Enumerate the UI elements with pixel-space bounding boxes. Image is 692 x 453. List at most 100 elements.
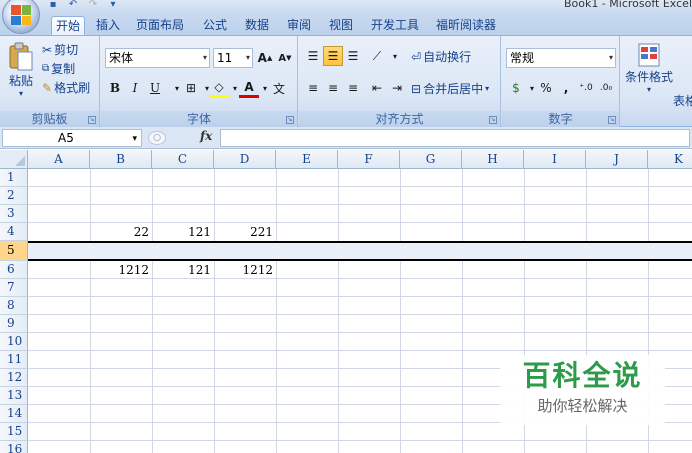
align-bottom-icon[interactable]: ☰ <box>343 46 363 66</box>
insert-function-button[interactable]: fx <box>200 129 212 143</box>
column-header-a[interactable]: A <box>28 150 90 169</box>
number-group-label: 数字 <box>502 111 619 128</box>
window-title: Book1 - Microsoft Excel <box>563 0 692 10</box>
clipboard-launcher-icon[interactable]: ↘ <box>88 116 96 124</box>
align-center-icon[interactable]: ≡ <box>323 78 343 98</box>
underline-button[interactable]: U <box>145 78 165 98</box>
increase-indent-icon[interactable]: ⇥ <box>387 78 407 98</box>
gridline <box>90 169 91 453</box>
column-header-g[interactable]: G <box>400 150 462 169</box>
row-header-16[interactable]: 16 <box>0 441 28 453</box>
grow-font-icon[interactable]: A ▲ <box>255 48 275 68</box>
tab-foxit-reader[interactable]: 福昕阅读器 <box>432 16 500 35</box>
phonetic-icon[interactable]: 文 <box>269 78 289 98</box>
gridline <box>28 204 692 205</box>
number-format-select[interactable]: 常规 ▾ <box>506 48 616 68</box>
column-header-j[interactable]: J <box>586 150 648 169</box>
cell-c6[interactable]: 121 <box>152 263 214 277</box>
paste-button[interactable]: 粘贴 ▾ <box>8 42 34 98</box>
increase-decimal-icon[interactable]: ⁺.0 <box>576 78 596 98</box>
chevron-down-icon[interactable]: ▾ <box>385 46 405 66</box>
chevron-down-icon: ▾ <box>245 53 250 62</box>
cell-c4[interactable]: 121 <box>152 225 214 239</box>
column-header-k[interactable]: K <box>648 150 692 169</box>
chevron-down-icon: ▾ <box>132 134 137 144</box>
format-painter-button[interactable]: ✎ 格式刷 <box>42 79 90 96</box>
redo-icon[interactable]: ↷ <box>86 0 100 10</box>
customize-qat-icon[interactable]: ▾ <box>106 0 120 10</box>
number-launcher-icon[interactable]: ↘ <box>608 116 616 124</box>
wrap-text-button[interactable]: ⏎ 自动换行 <box>411 48 471 65</box>
formula-input[interactable] <box>220 129 690 147</box>
gridline <box>338 169 339 453</box>
decrease-indent-icon[interactable]: ⇤ <box>367 78 387 98</box>
decrease-decimal-icon[interactable]: .0₀ <box>596 78 616 98</box>
row-header-1[interactable]: 1 <box>0 169 28 187</box>
tab-formulas[interactable]: 公式 <box>199 16 231 35</box>
scissors-icon: ✂ <box>42 42 53 57</box>
tab-review[interactable]: 审阅 <box>283 16 315 35</box>
tab-data[interactable]: 数据 <box>241 16 273 35</box>
alignment-launcher-icon[interactable]: ↘ <box>489 116 497 124</box>
font-launcher-icon[interactable]: ↘ <box>286 116 294 124</box>
column-header-f[interactable]: F <box>338 150 400 169</box>
cell-d6[interactable]: 1212 <box>214 263 276 277</box>
tab-insert[interactable]: 插入 <box>92 16 124 35</box>
row-header-6[interactable]: 6 <box>0 261 28 279</box>
ribbon-tabs: 开始 插入 页面布局 公式 数据 审阅 视图 开发工具 福昕阅读器 <box>0 13 692 35</box>
row-header-5[interactable]: 5 <box>0 241 28 261</box>
copy-button[interactable]: ⧉ 复制 <box>42 60 75 77</box>
column-header-d[interactable]: D <box>214 150 276 169</box>
column-header-i[interactable]: I <box>524 150 586 169</box>
gridline <box>276 169 277 453</box>
align-top-icon[interactable]: ☰ <box>303 46 323 66</box>
row-header-3[interactable]: 3 <box>0 205 28 223</box>
shrink-font-icon[interactable]: A ▼ <box>275 48 295 68</box>
row-header-7[interactable]: 7 <box>0 279 28 297</box>
select-all-button[interactable] <box>0 150 28 169</box>
name-box[interactable]: A5 ▾ <box>2 129 142 147</box>
undo-icon[interactable]: ↶ <box>66 0 80 10</box>
row-header-13[interactable]: 13 <box>0 387 28 405</box>
save-icon[interactable]: ▪ <box>46 0 60 10</box>
row-header-8[interactable]: 8 <box>0 297 28 315</box>
row-header-10[interactable]: 10 <box>0 333 28 351</box>
tab-page-layout[interactable]: 页面布局 <box>132 16 188 35</box>
align-right-icon[interactable]: ≡ <box>343 78 363 98</box>
column-header-e[interactable]: E <box>276 150 338 169</box>
row-header-2[interactable]: 2 <box>0 187 28 205</box>
tab-view[interactable]: 视图 <box>325 16 357 35</box>
row-header-4[interactable]: 4 <box>0 223 28 241</box>
cell-b6[interactable]: 1212 <box>90 263 152 277</box>
row-header-15[interactable]: 15 <box>0 423 28 441</box>
align-left-icon[interactable]: ≡ <box>303 78 323 98</box>
comma-button[interactable]: , <box>556 78 576 98</box>
cancel-entry-icon[interactable]: ○ <box>148 131 166 145</box>
font-size-select[interactable]: 11 ▾ <box>213 48 253 68</box>
tab-developer[interactable]: 开发工具 <box>367 16 423 35</box>
format-as-table-button[interactable]: 表格 <box>673 92 692 109</box>
chevron-down-icon: ▾ <box>485 84 490 93</box>
gridline <box>28 440 692 441</box>
merge-center-button[interactable]: ⊟ 合并后居中 ▾ <box>411 80 489 97</box>
column-header-c[interactable]: C <box>152 150 214 169</box>
cell-d4[interactable]: 221 <box>214 225 276 239</box>
column-header-b[interactable]: B <box>90 150 152 169</box>
row-header-11[interactable]: 11 <box>0 351 28 369</box>
cell-b4[interactable]: 22 <box>90 225 152 239</box>
percent-button[interactable]: % <box>536 78 556 98</box>
row-header-12[interactable]: 12 <box>0 369 28 387</box>
row-header-14[interactable]: 14 <box>0 405 28 423</box>
conditional-format-button[interactable]: 条件格式 ▾ <box>625 42 673 94</box>
font-name-select[interactable]: 宋体 ▾ <box>105 48 210 68</box>
row-header-9[interactable]: 9 <box>0 315 28 333</box>
align-middle-icon[interactable]: ☰ <box>323 46 343 66</box>
italic-button[interactable]: I <box>125 78 145 98</box>
orientation-icon[interactable]: ⟋ <box>367 46 387 66</box>
gridline <box>28 222 692 223</box>
column-header-h[interactable]: H <box>462 150 524 169</box>
cut-button[interactable]: ✂ 剪切 <box>42 41 78 58</box>
bold-button[interactable]: B <box>105 78 125 98</box>
gridline <box>28 332 692 333</box>
tab-home[interactable]: 开始 <box>51 16 86 35</box>
